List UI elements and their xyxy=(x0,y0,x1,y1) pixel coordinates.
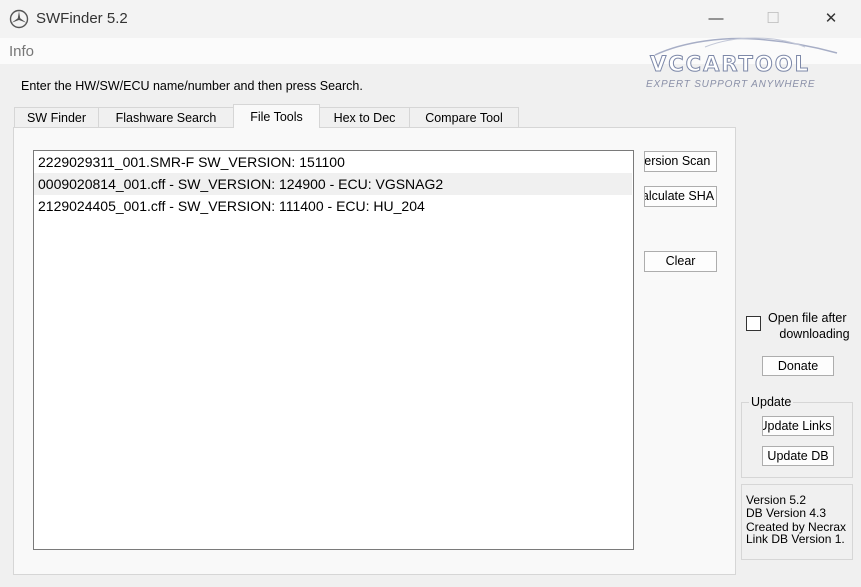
brand-name: VCCARTOOL xyxy=(650,52,810,77)
update-db-button[interactable]: Update DB xyxy=(762,446,834,466)
link-db-version-text: Link DB Version 1. xyxy=(746,533,845,546)
list-item[interactable]: 0009020814_001.cff - SW_VERSION: 124900 … xyxy=(34,173,632,195)
update-links-button[interactable]: Update Links xyxy=(762,416,834,436)
tab-hex-to-dec[interactable]: Hex to Dec xyxy=(319,107,410,127)
tab-sw-finder[interactable]: SW Finder xyxy=(14,107,99,127)
open-file-checkbox[interactable] xyxy=(746,316,761,331)
tab-file-tools[interactable]: File Tools xyxy=(233,104,320,128)
donate-button[interactable]: Donate xyxy=(762,356,834,376)
tab-compare-tool[interactable]: Compare Tool xyxy=(409,107,519,127)
open-file-label-line2: downloading xyxy=(779,327,850,341)
open-file-label-line1: Open file after xyxy=(768,311,847,325)
list-item[interactable]: 2229029311_001.SMR-F SW_VERSION: 151100 xyxy=(38,151,632,173)
update-links-label: Update Links xyxy=(762,419,832,433)
list-item[interactable]: 2129024405_001.cff - SW_VERSION: 111400 … xyxy=(38,195,632,217)
instruction-text: Enter the HW/SW/ECU name/number and then… xyxy=(21,79,363,93)
close-button[interactable]: ✕ xyxy=(808,4,854,34)
open-file-label: Open file after downloading xyxy=(768,310,861,342)
update-group xyxy=(741,402,853,478)
calculate-sha-label: Calculate SHA xyxy=(645,189,715,203)
update-group-legend: Update xyxy=(749,395,794,409)
mercedes-star-icon xyxy=(9,9,29,29)
minimize-button[interactable]: — xyxy=(693,4,739,34)
version-scan-label: Version Scan xyxy=(644,154,711,168)
maximize-button[interactable]: ☐ xyxy=(750,4,796,34)
tab-flashware-search[interactable]: Flashware Search xyxy=(98,107,234,127)
db-version-text: DB Version 4.3 xyxy=(746,507,827,520)
version-text: Version 5.2 xyxy=(746,494,807,507)
brand-tagline: EXPERT SUPPORT ANYWHERE xyxy=(646,79,816,90)
version-scan-button[interactable]: Version Scan xyxy=(644,151,717,172)
menu-info[interactable]: Info xyxy=(9,43,34,60)
calculate-sha-button[interactable]: Calculate SHA xyxy=(644,186,717,207)
clear-button[interactable]: Clear xyxy=(644,251,717,272)
window-title: SWFinder 5.2 xyxy=(36,10,128,27)
